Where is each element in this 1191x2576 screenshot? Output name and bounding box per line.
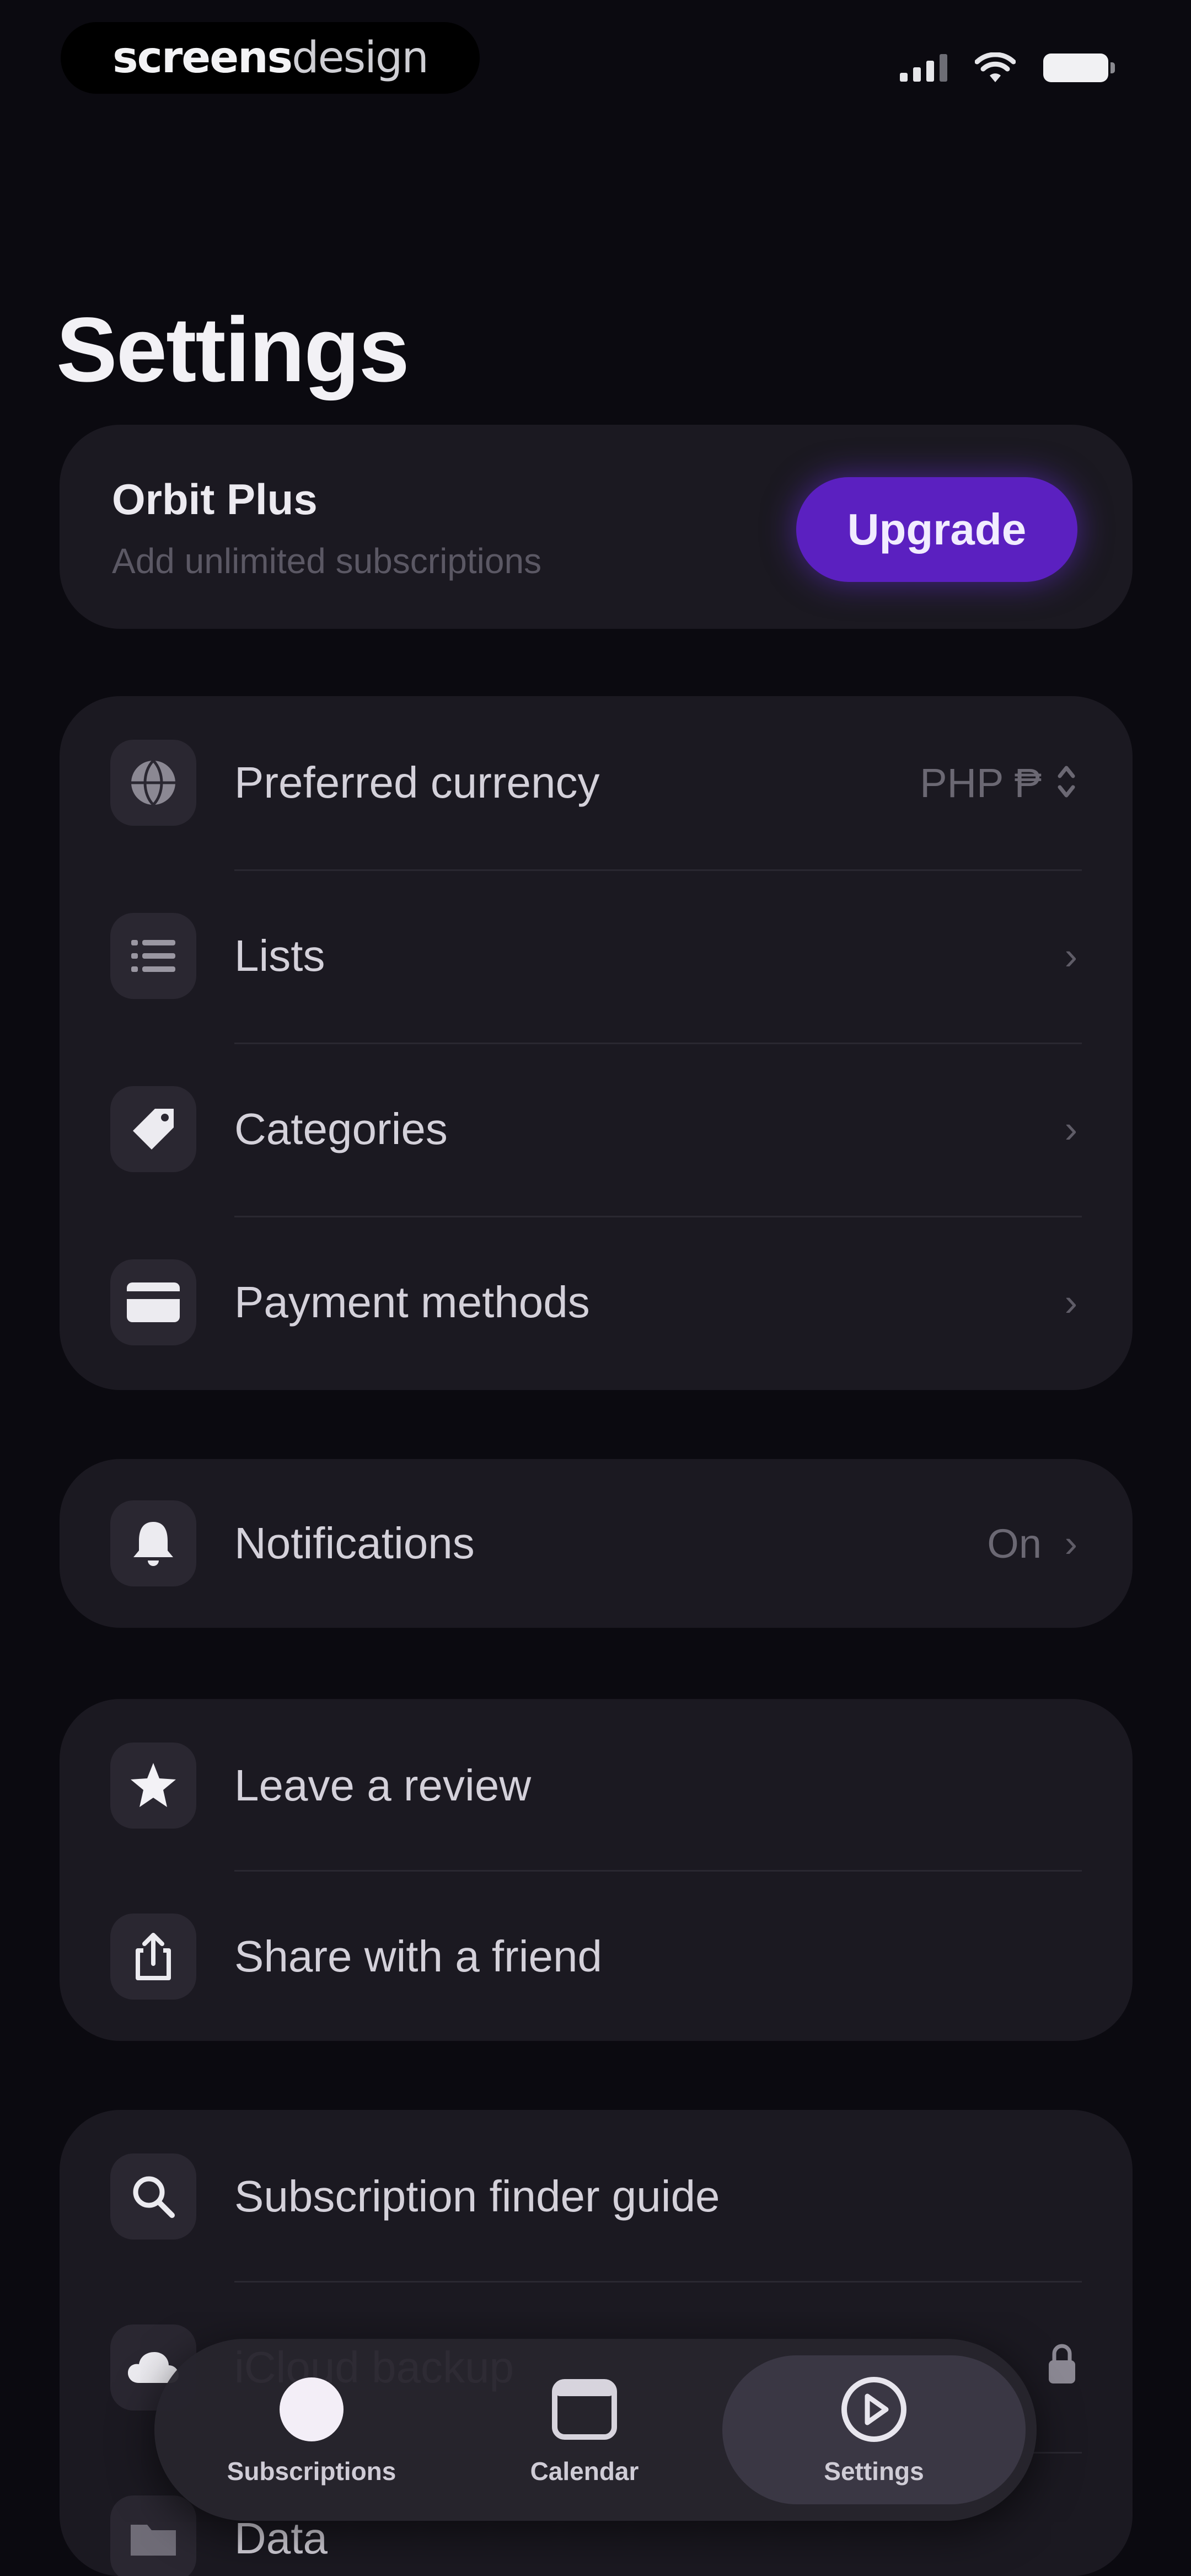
cellular-signal-icon	[900, 54, 947, 82]
folder-icon	[110, 2495, 196, 2576]
star-icon	[110, 1743, 196, 1829]
upgrade-button[interactable]: Upgrade	[796, 477, 1077, 582]
settings-icon	[838, 2374, 910, 2445]
chevron-right-icon: ›	[1064, 934, 1077, 977]
row-label: Subscription finder guide	[234, 2172, 720, 2221]
tab-calendar[interactable]: Calendar	[452, 2355, 717, 2504]
row-leave-review[interactable]: Leave a review	[60, 1699, 1133, 1872]
tab-subscriptions[interactable]: Subscriptions	[165, 2355, 458, 2504]
plus-subtitle: Add unlimited subscriptions	[112, 541, 542, 581]
row-categories[interactable]: Categories ›	[60, 1043, 1133, 1216]
row-subscription-finder-guide[interactable]: Subscription finder guide	[60, 2110, 1133, 2283]
row-label: Share with a friend	[234, 1932, 603, 1981]
status-icons	[900, 52, 1115, 83]
row-share-friend[interactable]: Share with a friend	[60, 1870, 1133, 2043]
tab-label: Calendar	[530, 2457, 639, 2486]
settings-group-social: Leave a review Share with a friend	[60, 1699, 1133, 2041]
page-title: Settings	[56, 299, 410, 401]
battery-icon	[1043, 54, 1115, 82]
row-lists[interactable]: Lists ›	[60, 869, 1133, 1043]
globe-icon	[110, 740, 196, 826]
chevron-right-icon: ›	[1064, 1522, 1077, 1565]
list-icon	[110, 913, 196, 999]
row-payment-methods[interactable]: Payment methods ›	[60, 1216, 1133, 1389]
settings-group-general: Preferred currency PHP ₱ Lists › Categor…	[60, 696, 1133, 1390]
row-label: Preferred currency	[234, 758, 600, 807]
tab-label: Settings	[824, 2457, 924, 2486]
wifi-icon	[975, 52, 1016, 82]
orbit-plus-card: Orbit Plus Add unlimited subscriptions U…	[60, 425, 1133, 629]
share-icon	[110, 1914, 196, 2000]
tab-label: Subscriptions	[227, 2457, 396, 2486]
settings-group-notifications: Notifications On ›	[60, 1459, 1133, 1628]
row-label: Categories	[234, 1104, 448, 1153]
plus-title: Orbit Plus	[112, 475, 318, 523]
row-label: Lists	[234, 931, 325, 980]
calendar-icon	[549, 2374, 620, 2445]
tag-icon	[110, 1086, 196, 1172]
bell-icon	[110, 1500, 196, 1586]
row-label: Payment methods	[234, 1278, 590, 1327]
subscriptions-icon	[276, 2374, 347, 2445]
chevron-right-icon: ›	[1064, 1108, 1077, 1151]
credit-card-icon	[110, 1259, 196, 1345]
chevron-right-icon: ›	[1064, 1281, 1077, 1324]
row-preferred-currency[interactable]: Preferred currency PHP ₱	[60, 696, 1133, 869]
row-label: Notifications	[234, 1519, 475, 1568]
row-label: Leave a review	[234, 1761, 532, 1810]
brand-watermark: screensdesign	[61, 22, 480, 94]
status-bar: screensdesign	[0, 0, 1191, 127]
tab-bar: Subscriptions Calendar Settings	[154, 2339, 1037, 2521]
tab-settings[interactable]: Settings	[722, 2355, 1026, 2504]
search-icon	[110, 2153, 196, 2240]
brand-text: screensdesign	[112, 33, 429, 83]
notifications-value: On	[987, 1520, 1042, 1567]
currency-value: PHP ₱	[920, 760, 1042, 806]
updown-chevron-icon	[1058, 766, 1075, 798]
row-notifications[interactable]: Notifications On ›	[60, 1457, 1133, 1630]
lock-icon	[1049, 2344, 1075, 2383]
